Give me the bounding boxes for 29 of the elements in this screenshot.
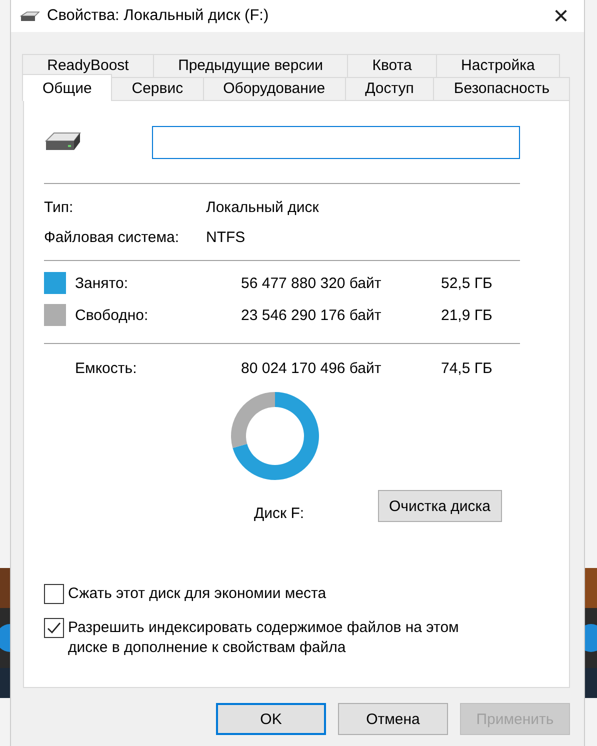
dialog-button[interactable]: Отмена (338, 703, 448, 735)
tab[interactable]: Общие (22, 74, 112, 101)
space-label: Занято: (75, 274, 130, 292)
byte-count: 80 024 170 496 байт (241, 360, 382, 377)
window-title: Свойства: Локальный диск (F:) (46, 7, 270, 25)
tab[interactable]: Безопасность (433, 77, 570, 100)
tab[interactable]: ReadyBoost (22, 54, 154, 77)
field-label: Файловая система: (44, 229, 180, 246)
space-label: Свободно: (75, 306, 150, 324)
size-value: 74,5 ГБ (441, 360, 494, 377)
field-label: Тип: (44, 199, 74, 216)
byte-count: 56 477 880 320 байт (241, 274, 382, 292)
checkbox-label: Разрешить индексировать содержимое файлов на этом диске в дополнение к свойствам файла (68, 618, 460, 658)
checkbox[interactable] (44, 618, 64, 638)
drive-icon (19, 9, 41, 23)
name-field[interactable] (152, 126, 520, 158)
dialog-button[interactable]: OK (216, 703, 326, 735)
size-value: 52,5 ГБ (441, 274, 494, 292)
checkbox[interactable] (44, 584, 64, 604)
close-button[interactable]: ✕ (538, 0, 584, 32)
capacity-label: Емкость: (75, 360, 138, 377)
tab[interactable]: Настройка (436, 54, 560, 77)
disk-label: Диск F: (254, 505, 306, 522)
cleanup-button[interactable]: Очистка диска (378, 490, 502, 522)
checkbox-label: Сжать этот диск для экономии места (68, 584, 328, 604)
field-value: NTFS (206, 229, 246, 246)
size-value: 21,9 ГБ (441, 306, 494, 324)
field-value: Локальный диск (206, 199, 320, 216)
byte-count: 23 546 290 176 байт (241, 306, 382, 324)
